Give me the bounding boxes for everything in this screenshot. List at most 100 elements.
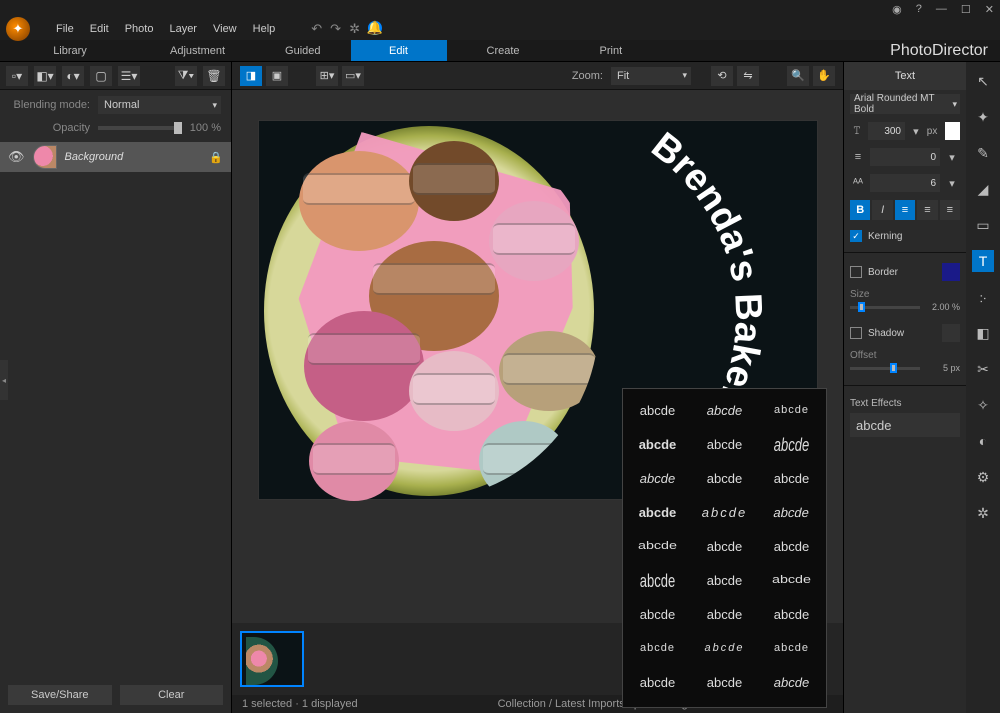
magic-tool[interactable]: ✦ <box>972 106 994 128</box>
size-dropdown[interactable]: ▾ <box>909 122 923 140</box>
display-button[interactable]: ▭▾ <box>342 66 364 86</box>
undo-icon[interactable]: ↶ <box>311 21 322 37</box>
tab-print[interactable]: Print <box>560 40 663 61</box>
save-share-button[interactable]: Save/Share <box>8 685 112 705</box>
fx-option[interactable]: abcde <box>759 599 824 629</box>
mask-button[interactable]: ◐▾ <box>62 66 84 86</box>
lock-icon[interactable]: 🔒 <box>209 151 223 164</box>
eraser-tool[interactable]: ◢ <box>972 178 994 200</box>
fx-option[interactable]: abcde <box>692 633 757 663</box>
text-effects-sample[interactable]: abcde <box>850 413 960 437</box>
fill-tool[interactable]: ჻ <box>972 286 994 308</box>
fx-option[interactable]: abcde <box>625 559 690 601</box>
settings-tool[interactable]: ✲ <box>972 502 994 524</box>
menu-photo[interactable]: Photo <box>125 23 154 35</box>
fx-option[interactable]: abcde <box>625 497 690 527</box>
text-tool[interactable]: T <box>972 250 994 272</box>
filter-button[interactable]: ⧩▾ <box>175 66 197 86</box>
menu-view[interactable]: View <box>213 23 237 35</box>
border-color-swatch[interactable] <box>942 263 960 281</box>
flip-button[interactable]: ⇋ <box>737 66 759 86</box>
fx-option[interactable]: abcde <box>625 667 690 697</box>
text-color-swatch[interactable] <box>945 122 960 140</box>
left-collapse-handle[interactable]: ◂ <box>0 360 8 400</box>
add-layer-button[interactable]: ▫▾ <box>6 66 28 86</box>
menu-edit[interactable]: Edit <box>90 23 109 35</box>
group-button[interactable]: ▢ <box>90 66 112 86</box>
border-size-slider[interactable] <box>850 306 920 309</box>
fx-option[interactable]: abcde <box>759 531 824 561</box>
blending-mode-select[interactable]: Normal <box>98 96 221 114</box>
fx-option[interactable]: abcde <box>625 599 690 629</box>
menu-help[interactable]: Help <box>253 23 276 35</box>
fx-option[interactable]: abcde <box>759 395 824 425</box>
tab-create[interactable]: Create <box>447 40 560 61</box>
move-tool[interactable]: ↖ <box>972 70 994 92</box>
user-icon[interactable]: ◉ <box>892 3 902 16</box>
fx-option[interactable]: abcde <box>692 531 757 561</box>
list-button[interactable]: ☰▾ <box>118 66 140 86</box>
brush-tool[interactable]: ✎ <box>972 142 994 164</box>
gradient-tool[interactable]: ◧ <box>972 322 994 344</box>
fx-option[interactable]: abcde <box>692 497 757 527</box>
tab-edit[interactable]: Edit <box>351 40 447 61</box>
view-mode-2[interactable]: ▣ <box>266 66 288 86</box>
font-select[interactable]: Arial Rounded MT Bold <box>850 94 960 114</box>
leading-input[interactable]: 0 <box>870 148 940 166</box>
fx-option[interactable]: abcde <box>759 633 824 663</box>
tracking-dropdown[interactable]: ▾ <box>944 174 960 192</box>
adjust-tool[interactable]: ⚙ <box>972 466 994 488</box>
font-size-input[interactable]: 300 <box>868 122 905 140</box>
fx-option[interactable]: abcde <box>625 463 690 493</box>
add-image-button[interactable]: ◧▾ <box>34 66 56 86</box>
grid-button[interactable]: ⊞▾ <box>316 66 338 86</box>
fx-option[interactable]: abcde <box>692 429 757 459</box>
redo-icon[interactable]: ↷ <box>330 21 341 37</box>
align-left-button[interactable]: ≡ <box>895 200 915 220</box>
rotate-left-button[interactable]: ⟲ <box>711 66 733 86</box>
notification-icon[interactable]: 🔔 <box>368 21 382 35</box>
zoom-select[interactable]: Fit <box>611 67 691 85</box>
delete-layer-button[interactable]: 🗑 <box>203 66 225 86</box>
menu-layer[interactable]: Layer <box>169 23 197 35</box>
fx-option[interactable]: abcde <box>759 463 824 493</box>
align-right-button[interactable]: ≡ <box>940 200 960 220</box>
fx-option[interactable]: abcde <box>625 429 690 459</box>
fx-option[interactable]: abcde <box>756 497 827 527</box>
maximize-icon[interactable]: ☐ <box>961 3 971 16</box>
fx-option[interactable]: abcde <box>692 599 757 629</box>
clear-button[interactable]: Clear <box>120 685 224 705</box>
sparkle-tool[interactable]: ✧ <box>972 394 994 416</box>
offset-slider[interactable] <box>850 367 920 370</box>
visibility-icon[interactable]: 👁 <box>8 149 25 165</box>
italic-button[interactable]: I <box>872 200 892 220</box>
pan-tool-button[interactable]: ✋ <box>813 66 835 86</box>
fx-option[interactable]: abcde <box>692 463 757 493</box>
tab-library[interactable]: Library <box>0 40 140 61</box>
fx-option[interactable]: abcde <box>622 531 700 561</box>
minimize-icon[interactable]: — <box>936 3 947 15</box>
fx-option[interactable]: abcde <box>759 423 824 465</box>
help-icon[interactable]: ? <box>916 3 922 15</box>
gear-icon[interactable]: ✲ <box>349 21 360 37</box>
border-checkbox[interactable] <box>850 266 862 278</box>
fx-option[interactable]: abcde <box>692 395 757 425</box>
fx-option[interactable]: abcde <box>759 667 824 697</box>
contrast-tool[interactable]: ◐ <box>972 430 994 452</box>
fx-option[interactable]: abcde <box>692 565 757 595</box>
kerning-checkbox[interactable]: ✓ <box>850 230 862 242</box>
filmstrip-thumbnail[interactable] <box>240 631 304 687</box>
fx-option[interactable]: abcde <box>692 667 757 697</box>
view-mode-1[interactable]: ◨ <box>240 66 262 86</box>
close-icon[interactable]: ✕ <box>985 3 994 16</box>
tab-guided[interactable]: Guided <box>255 40 350 61</box>
crop-tool[interactable]: ✂ <box>972 358 994 380</box>
opacity-slider[interactable] <box>98 126 182 130</box>
tracking-input[interactable]: 6 <box>870 174 940 192</box>
fx-option[interactable]: abcde <box>625 395 690 425</box>
shape-tool[interactable]: ▭ <box>972 214 994 236</box>
tab-adjustment[interactable]: Adjustment <box>140 40 255 61</box>
shadow-color-swatch[interactable] <box>942 324 960 342</box>
layer-row-background[interactable]: 👁 Background 🔒 <box>0 142 231 172</box>
fx-option[interactable]: abcde <box>749 565 827 595</box>
